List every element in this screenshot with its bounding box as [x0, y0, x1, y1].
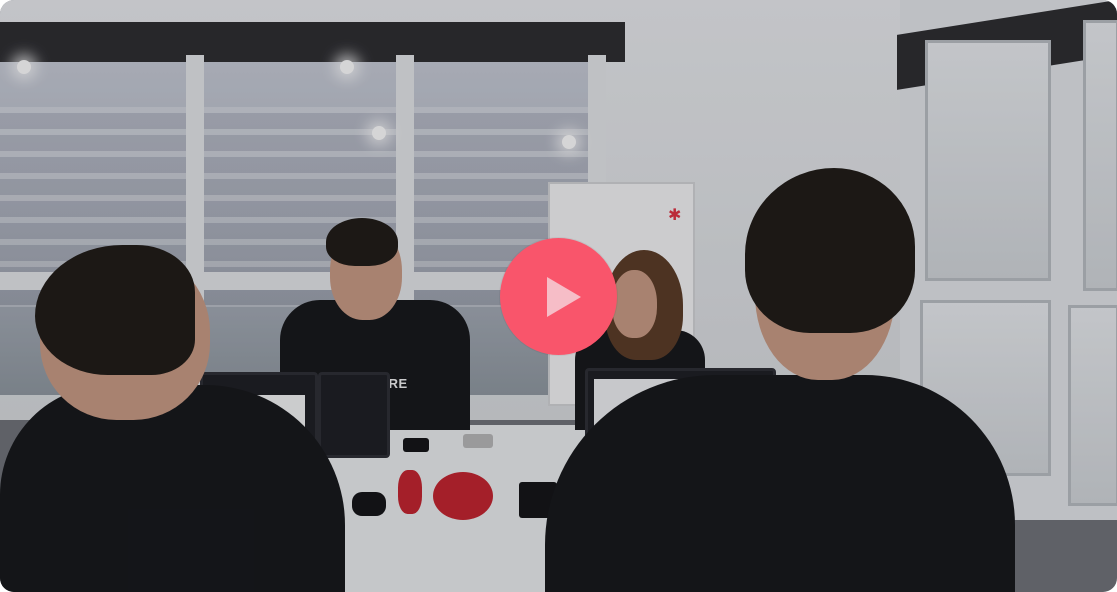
window-blind [0, 22, 625, 62]
play-icon [546, 276, 581, 317]
phone [403, 438, 429, 452]
headphones [398, 470, 422, 514]
laptop-back [318, 372, 390, 458]
video-player[interactable]: ✱ ORE [0, 0, 1117, 592]
person-left-foreground [0, 385, 345, 592]
play-button[interactable] [500, 238, 617, 355]
person-right-foreground [545, 375, 1015, 592]
flipchart-logo-icon: ✱ [668, 207, 682, 224]
